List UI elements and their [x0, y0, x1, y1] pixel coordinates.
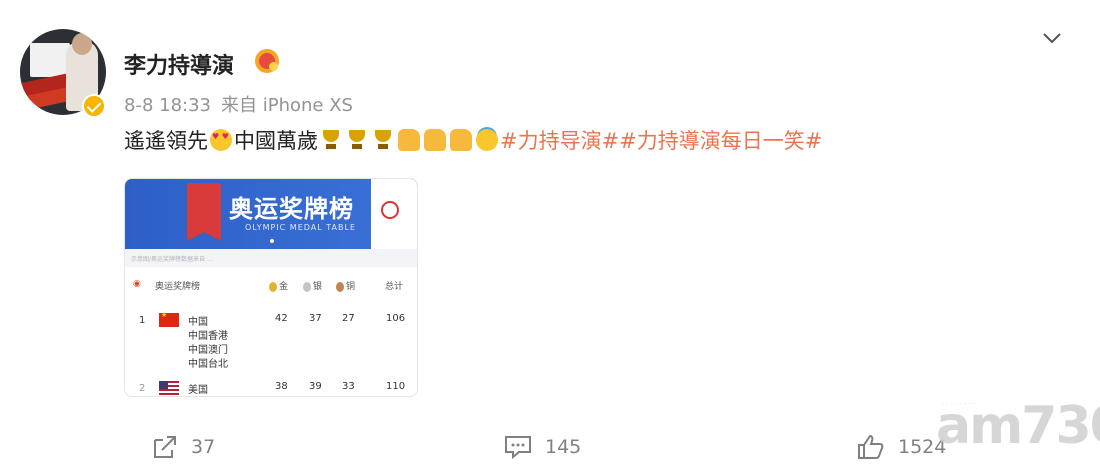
avatar-head-graphic [72, 33, 92, 55]
header-total: 总计 [385, 282, 404, 292]
banner-subtitle: OLYMPIC MEDAL TABLE [245, 223, 356, 232]
angel-face-icon [476, 129, 498, 151]
trophy-icon [346, 129, 368, 151]
author-name[interactable]: 李力持導演 [124, 48, 234, 80]
bronze-medal-icon [336, 281, 344, 292]
silver-medal-icon [303, 281, 311, 292]
comment-button[interactable]: 145 [503, 432, 581, 462]
like-button[interactable]: 1524 [856, 432, 946, 462]
watermark-small-text: · · · · · · · · [942, 400, 976, 408]
header-gold: 金 [269, 279, 288, 292]
olympic-logo [371, 179, 417, 249]
country-name: 美国 [188, 385, 208, 396]
total-count: 110 [386, 381, 406, 392]
post-date[interactable]: 8-8 18:33 [124, 95, 211, 116]
usa-flag-icon [159, 381, 179, 395]
silver-count: 39 [309, 381, 322, 392]
table-header: ◉ 奥运奖牌榜 金 银 铜 总计 [125, 275, 417, 295]
trophy-icon [320, 129, 342, 151]
vip-badge-icon[interactable] [255, 49, 279, 73]
trophy-icon [372, 129, 394, 151]
silver-count: 37 [309, 313, 322, 324]
sub-region: 中国澳门 [188, 345, 228, 356]
bronze-count: 27 [342, 313, 355, 324]
sub-region: 中国香港 [188, 331, 228, 342]
watermark-logo: · · · · · · · · am730 [936, 396, 1100, 456]
medal-table-banner: 奥运奖牌榜 OLYMPIC MEDAL TABLE [125, 179, 417, 249]
sub-region: 中国台北 [188, 359, 228, 370]
post-text: 遙遙領先 中國萬歲 #力持导演##力持導演每日一笑# [124, 125, 822, 155]
hashtag-links[interactable]: #力持导演##力持導演每日一笑# [500, 125, 822, 155]
thumbs-up-icon [858, 434, 884, 459]
gold-medal-icon [269, 281, 277, 292]
verified-check-icon [82, 94, 106, 118]
weibo-icon: ◉ [133, 279, 141, 289]
chevron-down-icon[interactable] [1042, 28, 1062, 48]
gold-count: 38 [275, 381, 288, 392]
header-label: 奥运奖牌榜 [155, 282, 201, 292]
post-text-part: 中國萬歲 [234, 129, 318, 153]
carousel-dot [270, 239, 274, 243]
post-source: 来自 iPhone XS [221, 95, 353, 116]
ok-hand-icon [424, 129, 446, 151]
rank: 2 [139, 383, 146, 394]
post-text-part: 遙遙領先 [124, 129, 208, 153]
avatar-paper-graphic [30, 43, 70, 77]
gold-count: 42 [275, 313, 288, 324]
share-button[interactable]: 37 [151, 432, 215, 462]
comment-icon [505, 436, 531, 460]
share-icon [154, 436, 176, 458]
bronze-count: 33 [342, 381, 355, 392]
header-bronze: 铜 [336, 279, 355, 292]
share-count: 37 [191, 436, 216, 458]
total-count: 106 [386, 313, 406, 324]
image-caption: 示意图/奥运奖牌榜数据来自 … [125, 249, 417, 267]
country-name: 中国 [188, 317, 208, 328]
post-meta: 8-8 18:33 来自 iPhone XS [124, 91, 363, 117]
rank: 1 [139, 315, 146, 326]
pennant-graphic [187, 183, 221, 241]
hearts-face-icon [210, 129, 232, 151]
muscle-icon [398, 129, 420, 151]
banner-title: 奥运奖牌榜 [229, 195, 354, 223]
thumbs-up-icon [450, 129, 472, 151]
header-silver: 银 [303, 279, 322, 292]
china-flag-icon [159, 311, 179, 327]
post-image-card[interactable]: 奥运奖牌榜 OLYMPIC MEDAL TABLE 示意图/奥运奖牌榜数据来自 … [124, 178, 418, 397]
comment-count: 145 [545, 436, 582, 458]
